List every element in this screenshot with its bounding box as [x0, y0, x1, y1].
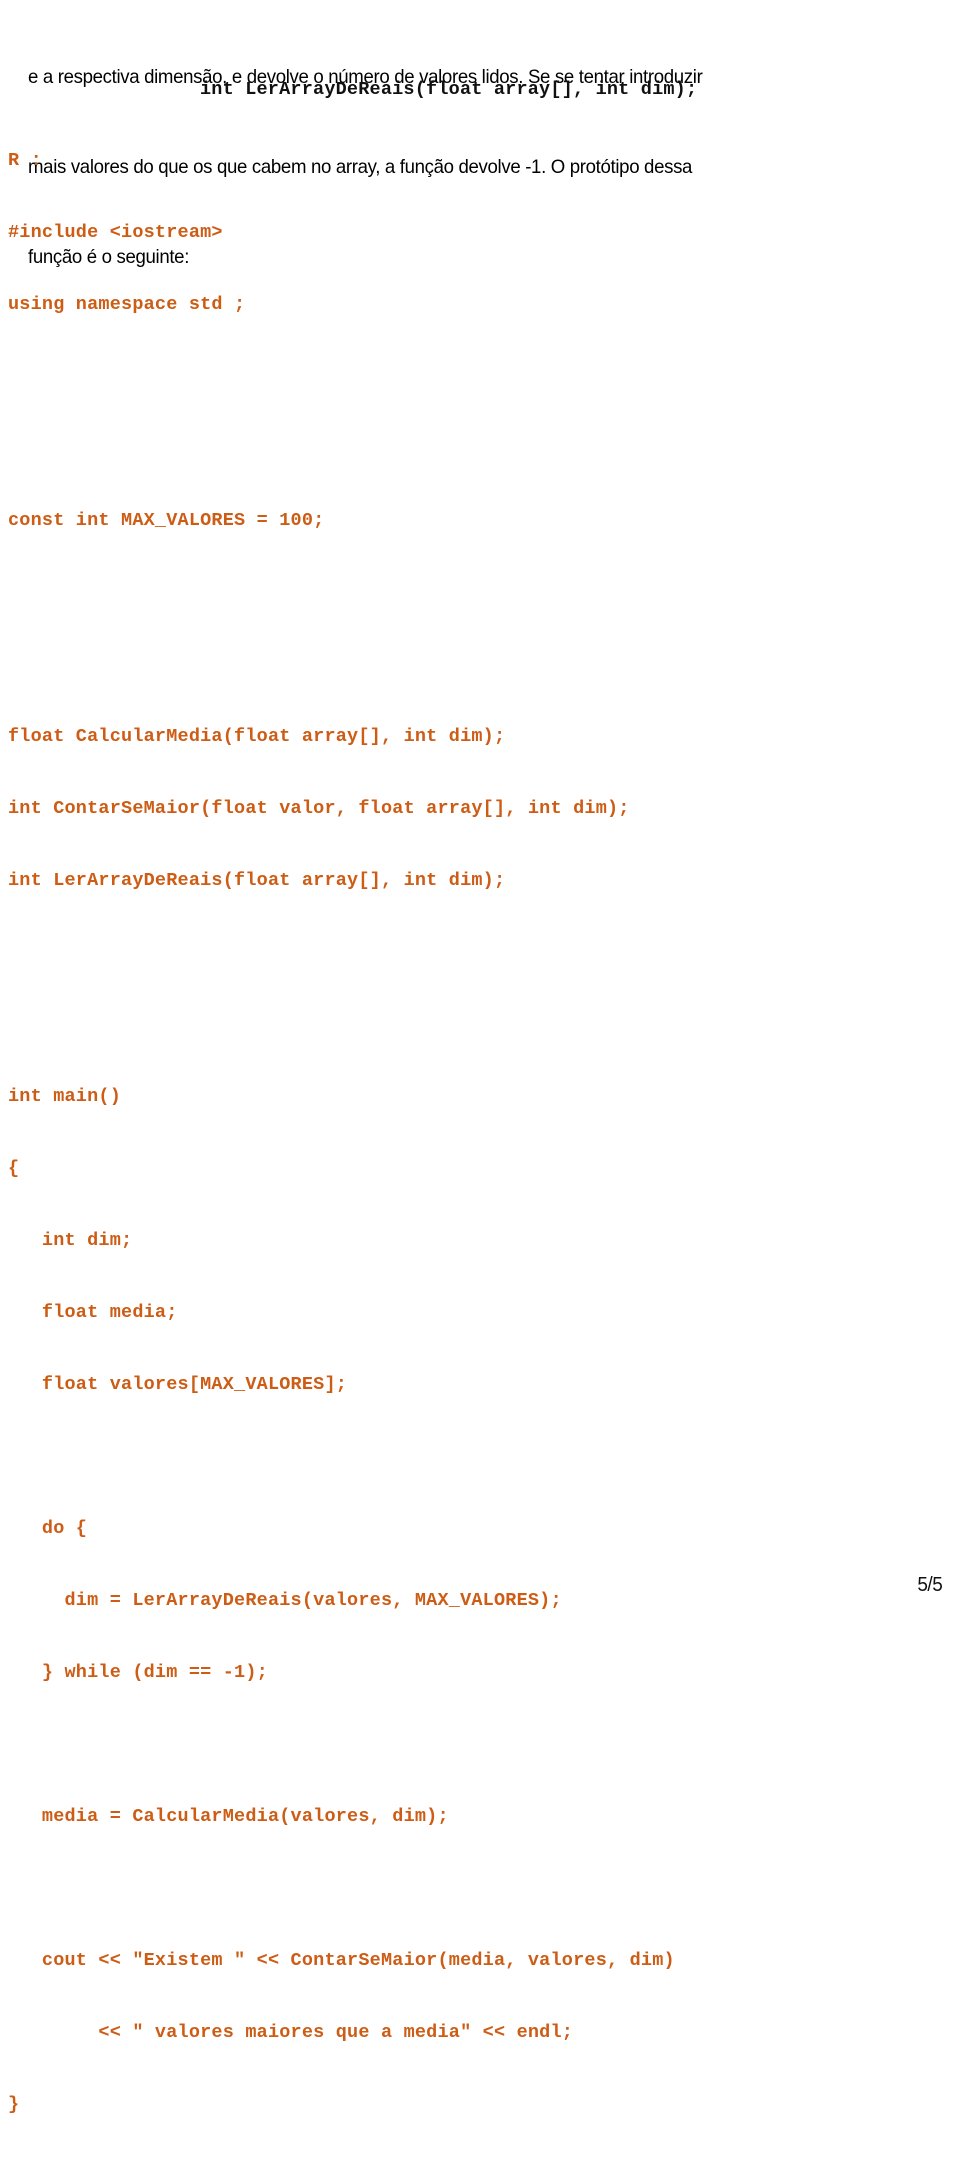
code-line: dim = LerArrayDeReais(valores, MAX_VALOR… — [8, 1590, 562, 1611]
code-line: { — [8, 1158, 20, 1179]
code-line: float CalcularMedia(float array[], int d… — [8, 726, 506, 747]
code-line: } while (dim == -1); — [8, 1662, 268, 1683]
page-number: 5/5 — [917, 1574, 942, 1596]
code-line: << " valores maiores que a media" << end… — [8, 2022, 574, 2043]
document-page: e a respectiva dimensão, e devolve o núm… — [0, 0, 960, 2115]
code-line: int main() — [8, 1086, 122, 1107]
function-prototype: int LerArrayDeReais(float array[], int d… — [200, 79, 698, 100]
code-line: float valores[MAX_VALORES]; — [8, 1374, 348, 1395]
code-line: float media; — [8, 1302, 178, 1323]
code-line: int dim; — [8, 1230, 133, 1251]
code-line: using namespace std ; — [8, 294, 246, 315]
code-line: const int MAX_VALORES = 100; — [8, 510, 325, 531]
answer-code-block: R : #include <iostream> using namespace … — [8, 104, 675, 2162]
code-line: int LerArrayDeReais(float array[], int d… — [8, 870, 506, 891]
code-line: int ContarSeMaior(float valor, float arr… — [8, 798, 630, 819]
code-line: } — [8, 2094, 20, 2115]
code-line: #include <iostream> — [8, 222, 223, 243]
code-line: media = CalcularMedia(valores, dim); — [8, 1806, 449, 1827]
code-line: cout << "Existem " << ContarSeMaior(medi… — [8, 1950, 675, 1971]
code-line: do { — [8, 1518, 88, 1539]
answer-label: R : — [8, 150, 42, 171]
